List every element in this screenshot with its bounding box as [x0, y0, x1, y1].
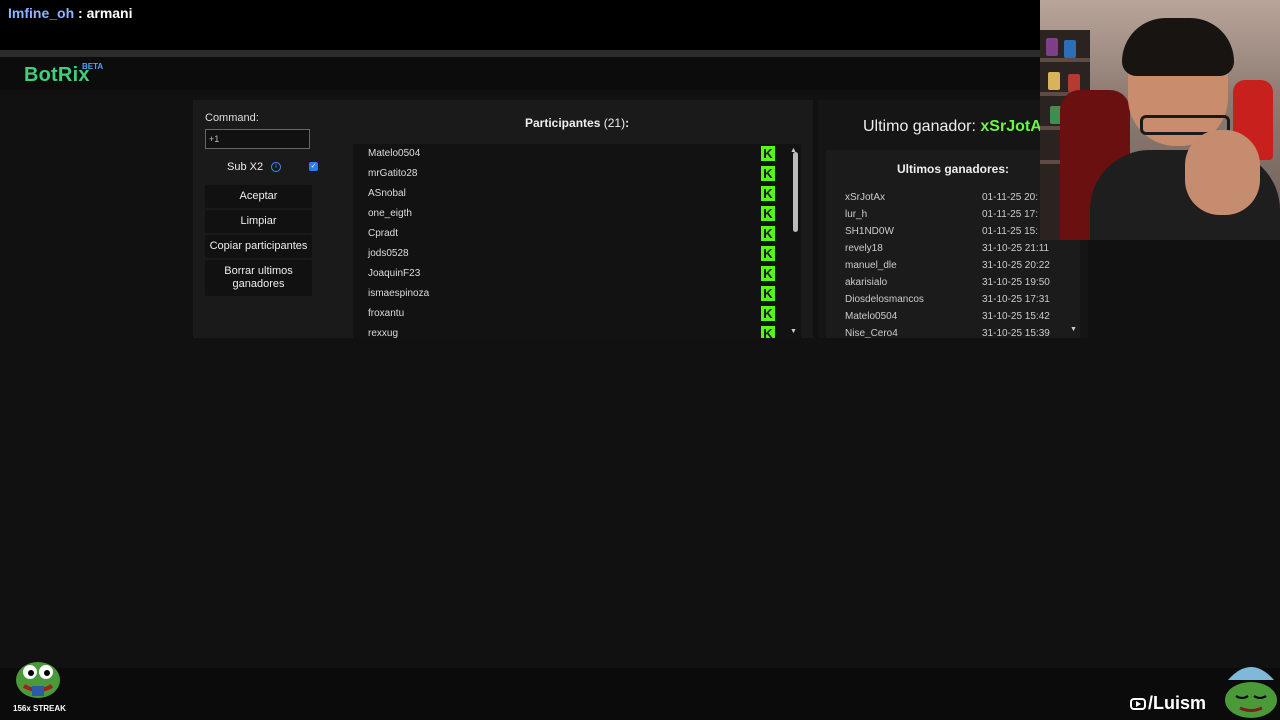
botrix-logo[interactable]: BotRix — [24, 64, 90, 87]
winner-date: 31-10-25 19:50 — [982, 277, 1050, 288]
youtube-text: /Luism — [1148, 693, 1207, 713]
clear-winners-button[interactable]: Borrar ultimos ganadores — [205, 260, 312, 296]
streak-label: 156x STREAK — [13, 704, 66, 713]
winner-date: 31-10-25 20:22 — [982, 260, 1050, 271]
chat-separator: : — [74, 5, 87, 21]
kick-icon: K — [761, 186, 775, 201]
list-item[interactable]: ismaespinoza K — [353, 284, 779, 304]
chat-username: Imfine_oh — [8, 5, 75, 21]
participants-label: Participantes — [525, 116, 601, 130]
kick-icon: K — [761, 146, 775, 161]
table-row: manuel_dle 31-10-25 20:22 — [845, 260, 1075, 276]
streamer-hair — [1122, 18, 1234, 76]
kick-icon: K — [761, 206, 775, 221]
winner-user: xSrJotAx — [845, 192, 886, 203]
winner-user: Matelo0504 — [845, 311, 898, 322]
kick-icon: K — [761, 326, 775, 338]
list-item[interactable]: mrGatito28 K — [353, 164, 779, 184]
winner-user: Diosdelosmancos — [845, 294, 924, 305]
youtube-icon — [1130, 698, 1146, 710]
beta-badge: BETA — [82, 62, 104, 71]
subx2-label: Sub X2 — [227, 161, 264, 173]
kick-icon: K — [761, 286, 775, 301]
winner-user: Nise_Cero4 — [845, 328, 898, 338]
participants-colon: : — [625, 116, 630, 130]
kick-icon: K — [761, 166, 775, 181]
kick-icon: K — [761, 246, 775, 261]
last-winner: Ultimo ganador: xSrJotAx — [863, 118, 1051, 136]
kick-icon: K — [761, 266, 775, 281]
youtube-handle: /Luism — [1130, 693, 1206, 714]
list-item[interactable]: rexxug K — [353, 324, 779, 338]
list-item[interactable]: jods0528 K — [353, 244, 779, 264]
participant-name: Matelo0504 — [368, 148, 421, 159]
winner-user: revely18 — [845, 243, 883, 254]
table-row: akarisialo 31-10-25 19:50 — [845, 277, 1075, 293]
participants-title: Participantes (21): — [525, 116, 629, 130]
table-row: Nise_Cero4 31-10-25 15:39 — [845, 328, 1075, 338]
kick-icon: K — [761, 226, 775, 241]
chat-text: armani — [86, 5, 133, 21]
last-winner-label: Ultimo ganador: — [863, 118, 976, 135]
participant-name: rexxug — [368, 328, 399, 338]
participant-name: jods0528 — [368, 248, 409, 259]
webcam-overlay — [1040, 0, 1280, 240]
streamer-hand — [1185, 130, 1260, 215]
list-item[interactable]: one_eigth K — [353, 204, 779, 224]
table-row: Diosdelosmancos 31-10-25 17:31 — [845, 294, 1075, 310]
scroll-down-arrow-icon[interactable]: ▼ — [790, 328, 797, 335]
participant-name: froxantu — [368, 308, 405, 319]
participant-name: mrGatito28 — [368, 168, 418, 179]
winner-date: 31-10-25 15:42 — [982, 311, 1050, 322]
participant-name: Cpradt — [368, 228, 399, 239]
kick-icon: K — [761, 306, 775, 321]
participant-name: ismaespinoza — [368, 288, 430, 299]
giveaway-panel: Command: Sub X2 i ✓ Aceptar Limpiar Copi… — [193, 100, 813, 338]
winner-user: akarisialo — [845, 277, 888, 288]
info-icon[interactable]: i — [271, 162, 281, 172]
winner-user: SH1ND0W — [845, 226, 894, 237]
table-row: revely18 31-10-25 21:11 — [845, 243, 1075, 259]
winner-date: 01-11-25 15: — [982, 226, 1038, 237]
limpiar-button[interactable]: Limpiar — [205, 210, 312, 233]
winner-date: 01-11-25 17: — [982, 209, 1038, 220]
pepe-emote-icon — [16, 662, 60, 698]
chat-message: Imfine_oh : armani — [8, 5, 133, 21]
copy-participants-button[interactable]: Copiar participantes — [205, 235, 312, 258]
winner-date: 01-11-25 20: — [982, 192, 1038, 203]
aceptar-button[interactable]: Aceptar — [205, 185, 312, 208]
winner-date: 31-10-25 15:39 — [982, 328, 1050, 338]
table-row: Matelo0504 31-10-25 15:42 — [845, 311, 1075, 327]
participants-count: (21) — [603, 116, 626, 130]
stream-bottom-bar — [0, 668, 1280, 720]
scroll-down-arrow-icon[interactable]: ▼ — [1070, 326, 1077, 333]
list-item[interactable]: JoaquinF23 K — [353, 264, 779, 284]
participants-list[interactable]: Matelo0504 K mrGatito28 K ASnobal K one_eig… — [353, 144, 801, 338]
command-label: Command: — [205, 112, 259, 124]
winner-date: 31-10-25 21:11 — [982, 243, 1050, 254]
list-item[interactable]: Matelo0504 K — [353, 144, 779, 164]
participant-name: ASnobal — [368, 188, 406, 199]
list-item[interactable]: Cpradt K — [353, 224, 779, 244]
list-item[interactable]: ASnobal K — [353, 184, 779, 204]
winner-user: manuel_dle — [845, 260, 897, 271]
winner-date: 31-10-25 17:31 — [982, 294, 1050, 305]
winner-user: lur_h — [845, 209, 868, 220]
participant-name: one_eigth — [368, 208, 412, 219]
pepe-sleeping-icon — [1225, 667, 1277, 718]
command-input[interactable] — [205, 129, 310, 149]
participants-scrollbar[interactable] — [793, 152, 798, 232]
list-item[interactable]: froxantu K — [353, 304, 779, 324]
subx2-checkbox[interactable]: ✓ — [309, 162, 318, 171]
participant-name: JoaquinF23 — [368, 268, 421, 279]
